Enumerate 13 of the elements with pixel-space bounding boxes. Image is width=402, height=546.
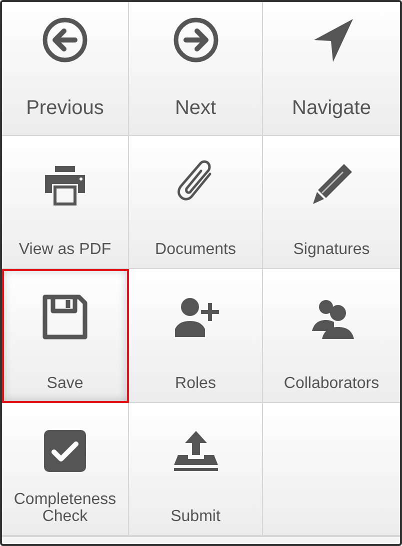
toolbar-button[interactable]: Collaborators — [263, 269, 400, 402]
toolbar-button[interactable]: View as PDF — [2, 136, 129, 269]
arrow-left-circle-icon — [41, 16, 89, 64]
toolbar-button[interactable]: Submit — [129, 402, 263, 536]
toolbar-button[interactable]: Signatures — [263, 136, 400, 269]
toolbar-button[interactable]: Previous — [2, 2, 129, 136]
toolbar-button[interactable]: Navigate — [263, 2, 400, 136]
toolbar-button[interactable]: Save — [2, 269, 129, 402]
toolbar-button[interactable]: Documents — [129, 136, 263, 269]
toolbar-button[interactable]: Next — [129, 2, 263, 136]
toolbar-button[interactable]: Completeness Check — [2, 402, 129, 536]
toolbar-button[interactable]: Roles — [129, 269, 263, 402]
arrow-right-circle-icon — [172, 16, 220, 64]
